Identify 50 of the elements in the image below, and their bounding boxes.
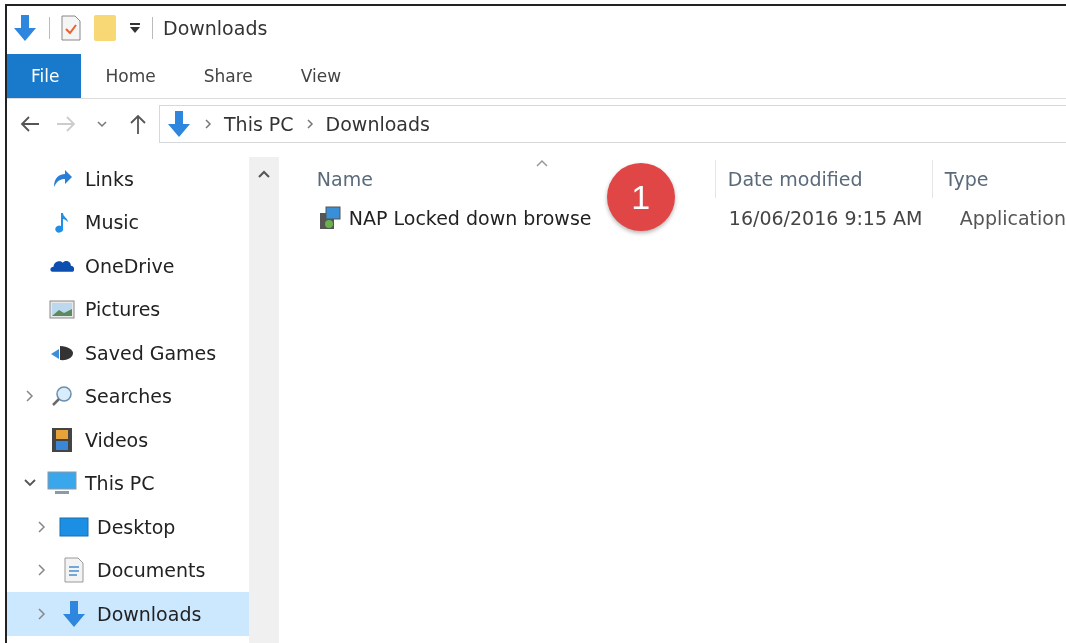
expanded-chevron-icon[interactable] [23,478,37,489]
desktop-icon [59,515,89,538]
collapsed-chevron-icon[interactable] [37,563,47,578]
nav-item[interactable]: Links [7,157,249,201]
up-arrow-icon[interactable] [129,113,147,135]
document-icon [63,557,85,584]
collapsed-chevron-icon[interactable] [37,606,47,621]
collapsed-chevron-icon[interactable] [37,519,47,534]
sort-caret-icon [534,159,549,167]
download-arrow-icon [61,599,87,628]
table-cell-text: 16/06/2016 9:15 AM [727,207,924,229]
nav-item[interactable]: Videos [7,418,249,462]
download-arrow-icon[interactable] [11,14,39,42]
nav-item[interactable]: Documents [7,548,249,592]
ribbon-tab[interactable]: View [276,54,366,98]
column-header[interactable]: Date modified [727,167,863,190]
scroll-up-icon[interactable] [256,169,271,179]
ribbon-tab[interactable]: File [7,54,82,98]
breadcrumb-chevron-icon[interactable] [305,118,314,130]
window-title: Downloads [163,17,268,39]
picture-icon [49,298,75,321]
table-cell-text: Application [958,207,1066,229]
address-bar[interactable]: This PC Downloads [159,105,1066,143]
scrollbar[interactable] [248,157,279,643]
nav-item[interactable]: Desktop [7,505,249,549]
callout-badge: 1 [606,163,675,231]
ribbon-tab[interactable]: Home [81,54,180,98]
back-arrow-icon[interactable] [19,115,41,133]
column-header[interactable]: Type [944,167,989,190]
collapsed-chevron-icon[interactable] [25,389,35,404]
nav-item[interactable]: Downloads [7,592,249,636]
column-header[interactable]: Name [316,167,373,190]
nav-item[interactable]: This PC [7,461,249,505]
download-arrow-icon [166,110,192,138]
breadcrumb-chevron-icon[interactable] [204,118,212,130]
properties-icon[interactable] [60,14,82,42]
breadcrumb[interactable]: This PC [224,113,294,135]
ribbon-tab[interactable]: Share [179,54,277,98]
table-cell[interactable]: NAP Locked down browse [348,207,592,229]
customize-dropdown-icon[interactable] [128,21,142,35]
cloud-icon [50,259,74,272]
nav-item[interactable]: Searches [7,374,249,418]
nav-item[interactable]: Saved Games [7,331,249,375]
breadcrumb[interactable]: Downloads [325,113,430,135]
recent-dropdown-icon[interactable] [96,120,108,128]
nav-item[interactable]: Music [7,200,249,244]
film-icon [51,426,73,453]
nav-item[interactable]: Pictures [7,287,249,331]
nav-item[interactable]: OneDrive [7,244,249,288]
computer-monitor-icon [47,470,77,497]
